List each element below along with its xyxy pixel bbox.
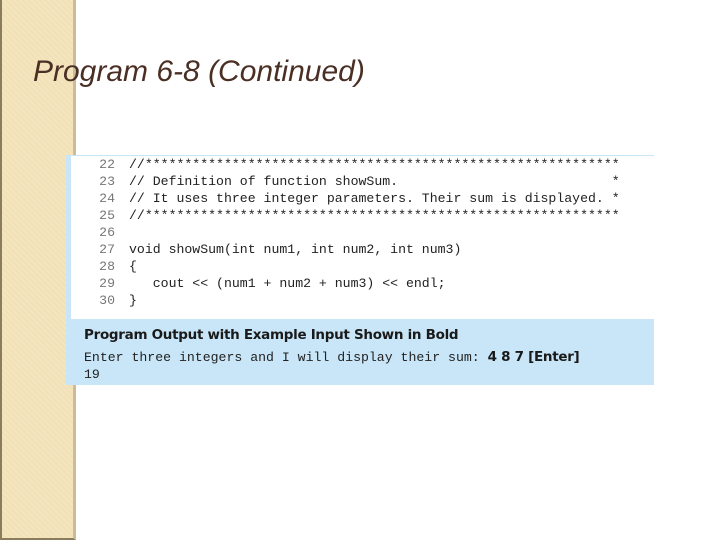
- output-prompt: Enter three integers and I will display …: [84, 350, 488, 365]
- line-number: 28: [99, 259, 115, 274]
- code-line: 30}: [71, 293, 137, 313]
- code-text: }: [129, 293, 137, 308]
- code-text: //**************************************…: [129, 157, 620, 172]
- user-input: 4 8 7 [Enter]: [487, 349, 580, 365]
- slide-title: Program 6-8 (Continued): [33, 55, 365, 88]
- output-heading: Program Output with Example Input Shown …: [84, 327, 459, 343]
- line-number: 30: [99, 293, 115, 308]
- program-output-panel: Program Output with Example Input Shown …: [66, 319, 654, 385]
- line-number: 24: [99, 191, 115, 206]
- line-number: 27: [99, 242, 115, 257]
- code-listing: 22 //************************************…: [66, 155, 654, 319]
- code-line: 25 //************************************…: [71, 208, 620, 228]
- code-text: // It uses three integer parameters. The…: [129, 191, 620, 206]
- output-result: 19: [84, 367, 100, 382]
- code-text: {: [129, 259, 137, 274]
- code-text: //**************************************…: [129, 208, 620, 223]
- line-number: 25: [99, 208, 115, 223]
- code-text: cout << (num1 + num2 + num3) << endl;: [129, 276, 446, 291]
- code-text: void showSum(int num1, int num2, int num…: [129, 242, 462, 257]
- output-prompt-line: Enter three integers and I will display …: [84, 349, 580, 365]
- code-text: // Definition of function showSum. *: [129, 174, 620, 189]
- line-number: 22: [99, 157, 115, 172]
- line-number: 29: [99, 276, 115, 291]
- line-number: 23: [99, 174, 115, 189]
- line-number: 26: [99, 225, 115, 240]
